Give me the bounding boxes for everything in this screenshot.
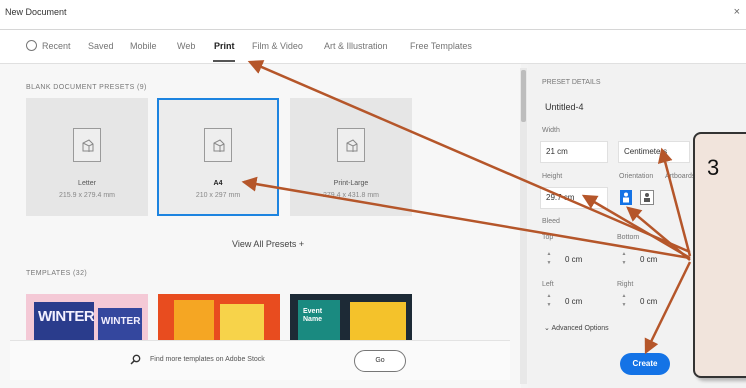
- top-label: Top: [542, 234, 554, 241]
- dialog-title: New Document: [5, 7, 67, 17]
- clock-icon: [26, 40, 37, 51]
- stepper-arrows-icon[interactable]: ▲ ▼: [620, 250, 628, 270]
- create-button[interactable]: Create: [620, 353, 670, 375]
- stepper-value: 0 cm: [565, 297, 583, 306]
- units-select[interactable]: Centimeters: [618, 141, 690, 163]
- right-label: Right: [617, 281, 634, 288]
- templates-heading: TEMPLATES (32): [26, 270, 88, 277]
- preset-size: 279.4 x 431.8 mm: [322, 192, 380, 199]
- step-number: 3: [707, 155, 720, 180]
- preset-letter[interactable]: Letter 215.9 x 279.4 mm: [26, 98, 148, 216]
- search-icon: [130, 354, 141, 365]
- search-input[interactable]: Find more templates on Adobe Stock: [150, 356, 265, 363]
- tab-mobile[interactable]: Mobile: [130, 41, 157, 51]
- preset-name: A4: [213, 180, 223, 187]
- preset-name: Letter: [78, 180, 96, 187]
- view-all-presets-link[interactable]: View All Presets +: [232, 239, 304, 249]
- tab-web[interactable]: Web: [177, 41, 195, 51]
- stepper-value: 0 cm: [640, 297, 658, 306]
- preset-size: 210 x 297 mm: [195, 192, 241, 199]
- left-label: Left: [542, 281, 554, 288]
- presets-scrollbar[interactable]: [520, 68, 527, 384]
- document-icon: [204, 128, 232, 162]
- top-bleed-stepper[interactable]: ▲ ▼ 0 cm: [545, 250, 609, 270]
- width-field[interactable]: 21 cm: [540, 141, 608, 163]
- close-icon[interactable]: ×: [734, 6, 740, 18]
- go-button[interactable]: Go: [354, 350, 406, 372]
- portrait-icon[interactable]: [620, 190, 632, 205]
- title-bar: New Document ×: [0, 0, 746, 30]
- blank-presets-heading: BLANK DOCUMENT PRESETS (9): [26, 84, 147, 91]
- tab-saved[interactable]: Saved: [88, 41, 114, 51]
- preset-a4[interactable]: A4 210 x 297 mm: [157, 98, 279, 216]
- template-title: WINTER: [101, 316, 141, 327]
- tab-film-video[interactable]: Film & Video: [252, 41, 303, 51]
- width-label: Width: [542, 127, 560, 134]
- preset-name: Print-Large: [333, 180, 369, 187]
- document-name-field[interactable]: Untitled-4: [540, 97, 688, 119]
- document-icon: [337, 128, 365, 162]
- stepper-value: 0 cm: [565, 255, 583, 264]
- template-title: Event Name: [303, 308, 323, 323]
- document-icon: [73, 128, 101, 162]
- advanced-options-toggle[interactable]: ⌄ Advanced Options: [544, 324, 609, 332]
- step-callout: 3: [693, 132, 746, 378]
- new-document-dialog: New Document × Recent Saved Mobile Web P…: [0, 0, 746, 388]
- advanced-options-label: Advanced Options: [551, 325, 609, 332]
- orientation-label: Orientation: [619, 173, 654, 180]
- tab-print[interactable]: Print: [214, 41, 235, 51]
- stepper-arrows-icon[interactable]: ▲ ▼: [545, 292, 553, 312]
- active-tab-indicator: [213, 60, 235, 62]
- height-label: Height: [542, 173, 563, 180]
- preset-details-heading: PRESET DETAILS: [542, 79, 601, 86]
- landscape-icon[interactable]: [640, 190, 654, 205]
- left-bleed-stepper[interactable]: ▲ ▼ 0 cm: [545, 292, 609, 312]
- bottom-label: Bottom: [617, 234, 640, 241]
- category-tabs: Recent Saved Mobile Web Print Film & Vid…: [0, 30, 746, 64]
- stepper-arrows-icon[interactable]: ▲ ▼: [620, 292, 628, 312]
- right-bleed-stepper[interactable]: ▲ ▼ 0 cm: [620, 292, 684, 312]
- tab-free-templates[interactable]: Free Templates: [410, 41, 472, 51]
- bottom-bleed-stepper[interactable]: ▲ ▼ 0 cm: [620, 250, 684, 270]
- stock-search-bar: Find more templates on Adobe Stock Go: [10, 340, 510, 380]
- scroll-thumb[interactable]: [521, 70, 526, 122]
- tab-recent[interactable]: Recent: [42, 41, 71, 51]
- preset-print-large[interactable]: Print-Large 279.4 x 431.8 mm: [290, 98, 412, 216]
- bleed-label: Bleed: [542, 218, 560, 225]
- stepper-value: 0 cm: [640, 255, 658, 264]
- stepper-arrows-icon[interactable]: ▲ ▼: [545, 250, 553, 270]
- preset-size: 215.9 x 279.4 mm: [58, 192, 116, 199]
- height-field[interactable]: 29.7 cm: [540, 187, 608, 209]
- tab-art-illustration[interactable]: Art & Illustration: [324, 41, 388, 51]
- template-title: WINTER: [38, 308, 95, 325]
- artboards-label: Artboards: [665, 173, 696, 180]
